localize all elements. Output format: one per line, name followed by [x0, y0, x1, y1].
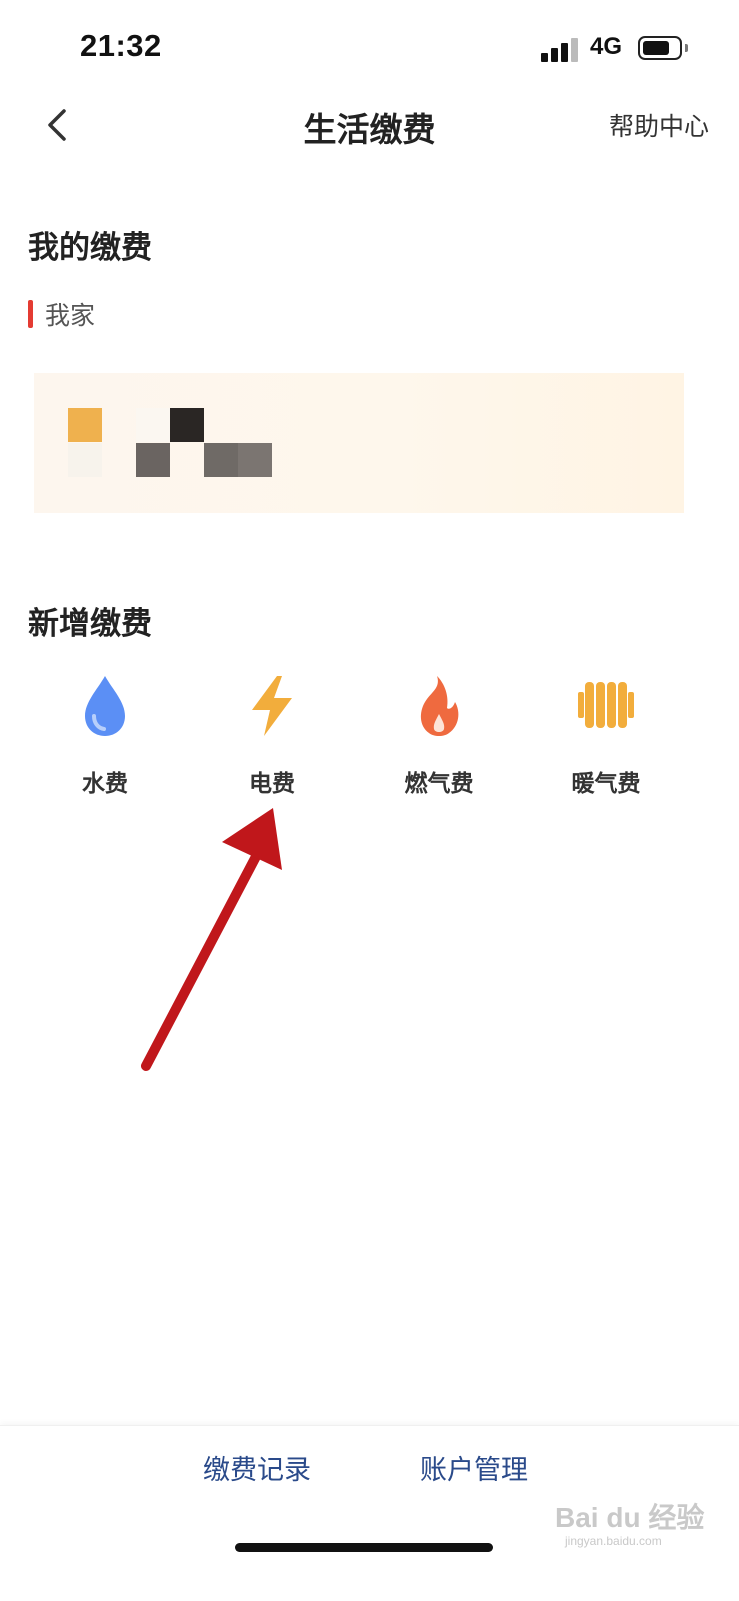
- status-bar: 21:32 4G: [0, 0, 739, 95]
- electricity-bill-button[interactable]: 电费: [212, 670, 332, 800]
- service-label: 暖气费: [571, 771, 641, 797]
- account-management-link[interactable]: 账户管理: [420, 1448, 528, 1487]
- family-group-tag: 我家: [28, 298, 95, 330]
- lightning-icon: [252, 676, 292, 736]
- service-grid: 水费 电费 燃气费 暖气费: [0, 670, 739, 810]
- add-bill-heading: 新增缴费: [28, 606, 152, 642]
- bottom-bar: 缴费记录 账户管理 Bai du 经验 jingyan.baidu.com: [0, 1425, 739, 1601]
- family-group-label: 我家: [45, 301, 96, 330]
- bill-account-card[interactable]: [34, 373, 684, 513]
- status-time: 21:32: [80, 28, 162, 63]
- heating-bill-button[interactable]: 暖气费: [546, 670, 666, 800]
- service-label: 电费: [249, 771, 295, 797]
- service-label: 燃气费: [404, 771, 474, 797]
- pixelated-account-info: [68, 408, 278, 478]
- network-type: 4G: [590, 33, 623, 60]
- watermark-url: jingyan.baidu.com: [565, 1534, 662, 1548]
- battery-level: [643, 41, 669, 55]
- family-tag-marker: [28, 300, 33, 328]
- water-drop-icon: [85, 676, 125, 736]
- payment-records-link[interactable]: 缴费记录: [203, 1448, 311, 1487]
- help-center-link[interactable]: 帮助中心: [609, 107, 709, 143]
- battery-cap: [685, 44, 688, 52]
- flame-icon: [420, 676, 459, 736]
- watermark: Bai du 经验: [555, 1502, 705, 1533]
- radiator-icon: [578, 682, 634, 728]
- home-indicator[interactable]: [235, 1543, 493, 1552]
- signal-strength-icon: [541, 38, 581, 62]
- battery-icon: [638, 36, 682, 60]
- water-bill-button[interactable]: 水费: [45, 670, 165, 800]
- my-bills-heading: 我的缴费: [28, 230, 152, 266]
- gas-bill-button[interactable]: 燃气费: [379, 670, 499, 800]
- nav-bar: 生活缴费 帮助中心: [0, 95, 739, 155]
- service-label: 水费: [82, 771, 128, 797]
